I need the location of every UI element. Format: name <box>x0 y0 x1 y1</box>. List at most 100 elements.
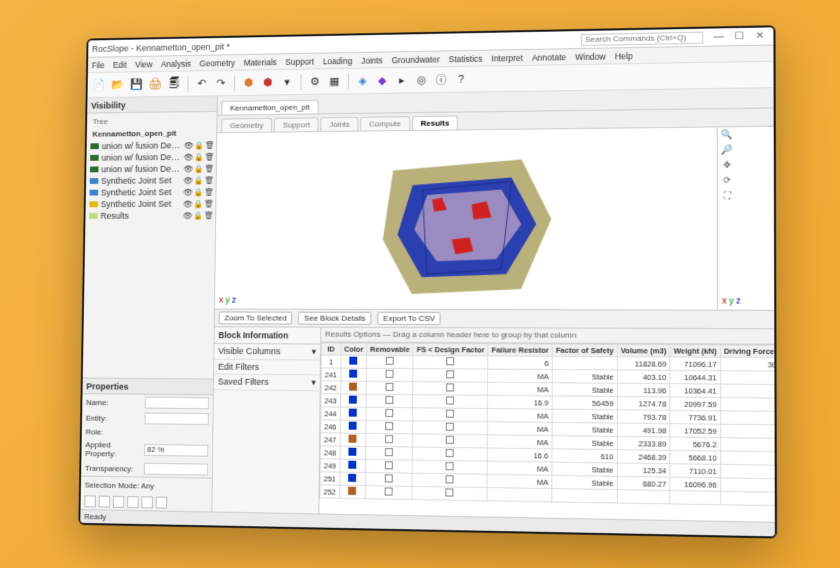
menu-joints[interactable]: Joints <box>361 55 383 65</box>
visibility-icon[interactable]: 👁 <box>183 188 191 196</box>
viewport-left[interactable]: x y z <box>215 127 718 309</box>
menu-statistics[interactable]: Statistics <box>449 53 483 63</box>
menu-annotate[interactable]: Annotate <box>532 52 566 63</box>
copy-icon[interactable]: 🗐 <box>167 76 182 92</box>
lock-icon[interactable]: 🔒 <box>194 141 202 149</box>
saved-filters-row[interactable]: Saved Filters▾ <box>214 375 320 392</box>
tab-compute[interactable]: Compute <box>360 116 410 130</box>
visibility-icon[interactable]: 👁 <box>183 165 191 173</box>
visibility-icon[interactable]: 👁 <box>183 200 191 208</box>
menu-analysis[interactable]: Analysis <box>161 58 191 68</box>
results-grid[interactable]: IDColorRemovableFS < Design FactorFailur… <box>319 343 777 531</box>
print-icon[interactable]: 🖨 <box>148 76 163 92</box>
dropdown-icon[interactable]: ▾ <box>279 74 295 90</box>
visibility-icon[interactable]: 👁 <box>184 153 192 161</box>
zoom-to-selected-button[interactable]: Zoom To Selected <box>219 311 293 324</box>
sel-icon-2[interactable] <box>99 496 111 508</box>
menu-groundwater[interactable]: Groundwater <box>392 54 440 65</box>
lock-icon[interactable]: 🔒 <box>194 188 202 196</box>
col-header[interactable]: FS < Design Factor <box>413 343 488 355</box>
sel-icon-5[interactable] <box>141 496 153 508</box>
minimize-button[interactable]: — <box>709 31 728 42</box>
cube-red-icon[interactable]: ⬢ <box>260 74 276 90</box>
compute-icon[interactable]: ▸ <box>394 72 410 88</box>
prop-name-field[interactable] <box>145 397 209 409</box>
menu-loading[interactable]: Loading <box>323 56 352 66</box>
menu-view[interactable]: View <box>135 59 152 69</box>
col-header[interactable]: Factor of Safety <box>552 344 617 357</box>
layers-icon[interactable]: ◆ <box>374 73 390 89</box>
cube-orange-icon[interactable]: ⬢ <box>241 75 257 91</box>
delete-icon[interactable]: 🗑 <box>204 176 212 184</box>
lock-icon[interactable]: 🔒 <box>193 211 201 219</box>
lock-icon[interactable]: 🔒 <box>193 200 201 208</box>
delete-icon[interactable]: 🗑 <box>204 211 212 219</box>
delete-icon[interactable]: 🗑 <box>204 200 212 208</box>
help-icon[interactable]: ? <box>453 71 469 87</box>
menu-edit[interactable]: Edit <box>113 59 127 69</box>
delete-icon[interactable]: 🗑 <box>204 164 212 172</box>
edit-filters-row[interactable]: Edit Filters <box>214 360 320 376</box>
menu-interpret[interactable]: Interpret <box>491 53 523 63</box>
visibility-icon[interactable]: 👁 <box>184 141 192 149</box>
col-header[interactable]: Failure Resistor <box>488 344 552 356</box>
visibility-icon[interactable]: 👁 <box>183 176 191 184</box>
new-file-icon[interactable]: 📄 <box>91 77 106 93</box>
menu-window[interactable]: Window <box>575 51 606 62</box>
viewport-right[interactable]: 🔍 🔎 ✥ ⟳ ⛶ x y z <box>718 121 777 311</box>
save-icon[interactable]: 💾 <box>129 77 144 93</box>
col-header[interactable]: Weight (kN) <box>670 345 720 358</box>
settings-icon[interactable]: ⚙ <box>307 74 323 90</box>
tree-item[interactable]: Synthetic Joint Set👁🔒🗑 <box>88 174 214 187</box>
col-header[interactable]: Removable <box>367 343 414 355</box>
zoom-out-icon[interactable]: 🔎 <box>720 144 735 158</box>
lock-icon[interactable]: 🔒 <box>194 165 202 173</box>
col-header[interactable]: Driving Force (kN) <box>720 345 777 358</box>
delete-icon[interactable]: 🗑 <box>204 188 212 196</box>
sel-icon-3[interactable] <box>113 496 125 508</box>
menu-support[interactable]: Support <box>285 56 314 66</box>
maximize-button[interactable]: ☐ <box>730 31 749 42</box>
prop-transparency-field[interactable] <box>144 463 208 476</box>
pan-icon[interactable]: ✥ <box>720 160 735 174</box>
sel-icon-4[interactable] <box>127 496 139 508</box>
redo-icon[interactable]: ↷ <box>213 75 228 91</box>
menu-materials[interactable]: Materials <box>244 57 277 67</box>
tree-item[interactable]: Synthetic Joint Set👁🔒🗑 <box>88 186 214 199</box>
zoom-in-icon[interactable]: 🔍 <box>720 129 734 143</box>
delete-icon[interactable]: 🗑 <box>205 153 213 161</box>
close-button[interactable]: ✕ <box>751 30 770 41</box>
tree-item[interactable]: Results👁🔒🗑 <box>87 209 213 221</box>
fit-icon[interactable]: ⛶ <box>720 190 735 204</box>
lock-icon[interactable]: 🔒 <box>194 176 202 184</box>
col-header[interactable]: Volume (m3) <box>617 345 670 358</box>
visible-columns-row[interactable]: Visible Columns▾ <box>214 344 320 360</box>
menu-help[interactable]: Help <box>615 51 633 61</box>
tab-joints[interactable]: Joints <box>320 117 358 131</box>
tab-results[interactable]: Results <box>412 116 458 130</box>
col-header[interactable]: ID <box>321 343 340 355</box>
export-csv-button[interactable]: Export To CSV <box>377 312 441 325</box>
sel-icon-6[interactable] <box>156 497 168 509</box>
tree-item[interactable]: Synthetic Joint Set👁🔒🗑 <box>87 198 213 210</box>
doc-tab[interactable]: Kennametton_open_pit <box>221 100 318 115</box>
undo-icon[interactable]: ↶ <box>194 75 209 91</box>
col-header[interactable]: Color <box>341 343 367 355</box>
view3d-icon[interactable]: ◈ <box>355 73 371 89</box>
lock-icon[interactable]: 🔒 <box>194 153 202 161</box>
prop-applied-field[interactable]: 82 % <box>144 444 208 457</box>
open-file-icon[interactable]: 📂 <box>110 77 125 93</box>
tree-item[interactable]: union w/ fusion Default NA👁🔒🗑 <box>88 163 214 176</box>
delete-icon[interactable]: 🗑 <box>205 141 213 149</box>
tab-support[interactable]: Support <box>274 117 319 131</box>
menu-file[interactable]: File <box>92 60 105 70</box>
tab-geometry[interactable]: Geometry <box>221 118 272 132</box>
info-icon[interactable]: ⓘ <box>433 72 449 88</box>
target-icon[interactable]: ◎ <box>414 72 430 88</box>
sel-icon-1[interactable] <box>84 495 96 507</box>
prop-entity-field[interactable] <box>145 412 209 425</box>
rotate-icon[interactable]: ⟳ <box>720 175 735 189</box>
see-block-details-button[interactable]: See Block Details <box>298 312 371 325</box>
command-search-input[interactable] <box>581 31 703 45</box>
visibility-icon[interactable]: 👁 <box>183 211 191 219</box>
